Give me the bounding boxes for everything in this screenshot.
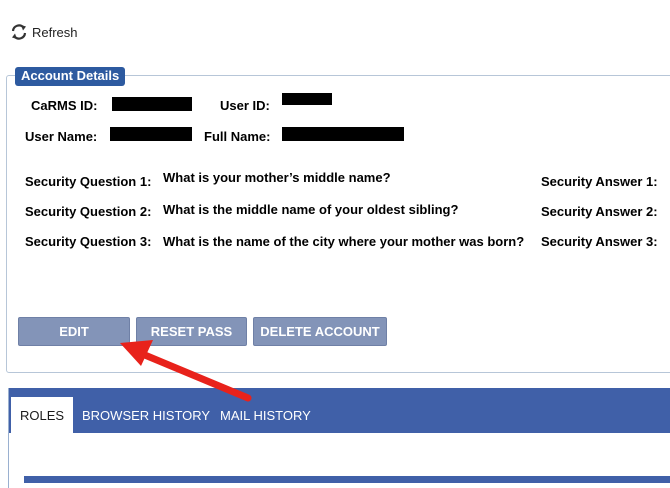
security-answer-1-label: Security Answer 1: — [541, 174, 658, 189]
roles-grid-header — [24, 476, 670, 483]
refresh-label: Refresh — [32, 24, 78, 40]
edit-button[interactable]: EDIT — [18, 317, 130, 346]
user-name-redacted — [110, 127, 192, 141]
security-answer-2-label: Security Answer 2: — [541, 204, 658, 219]
tab-browser-history[interactable]: BROWSER HISTORY — [82, 397, 210, 433]
security-question-3-value: What is the name of the city where your … — [163, 234, 525, 249]
security-question-1-label: Security Question 1: — [25, 174, 152, 189]
delete-account-button[interactable]: DELETE ACCOUNT — [253, 317, 387, 346]
security-question-3-label: Security Question 3: — [25, 234, 152, 249]
carms-id-redacted — [112, 97, 192, 111]
full-name-redacted — [282, 127, 404, 141]
tab-mail-history[interactable]: MAIL HISTORY — [220, 397, 311, 433]
carms-id-label: CaRMS ID: — [31, 98, 98, 113]
security-question-1-value: What is your mother’s middle name? — [163, 170, 391, 185]
security-question-2-label: Security Question 2: — [25, 204, 152, 219]
reset-pass-button[interactable]: RESET PASS — [136, 317, 247, 346]
account-details-legend: Account Details — [15, 67, 126, 86]
refresh-button[interactable]: Refresh — [10, 22, 78, 42]
tab-roles[interactable]: ROLES — [11, 397, 74, 433]
full-name-label: Full Name: — [204, 129, 271, 144]
user-name-label: User Name: — [25, 129, 98, 144]
user-id-label: User ID: — [220, 98, 270, 113]
security-question-2-value: What is the middle name of your oldest s… — [163, 202, 459, 217]
refresh-icon — [10, 23, 28, 41]
security-answer-3-label: Security Answer 3: — [541, 234, 658, 249]
user-id-redacted — [282, 93, 332, 105]
